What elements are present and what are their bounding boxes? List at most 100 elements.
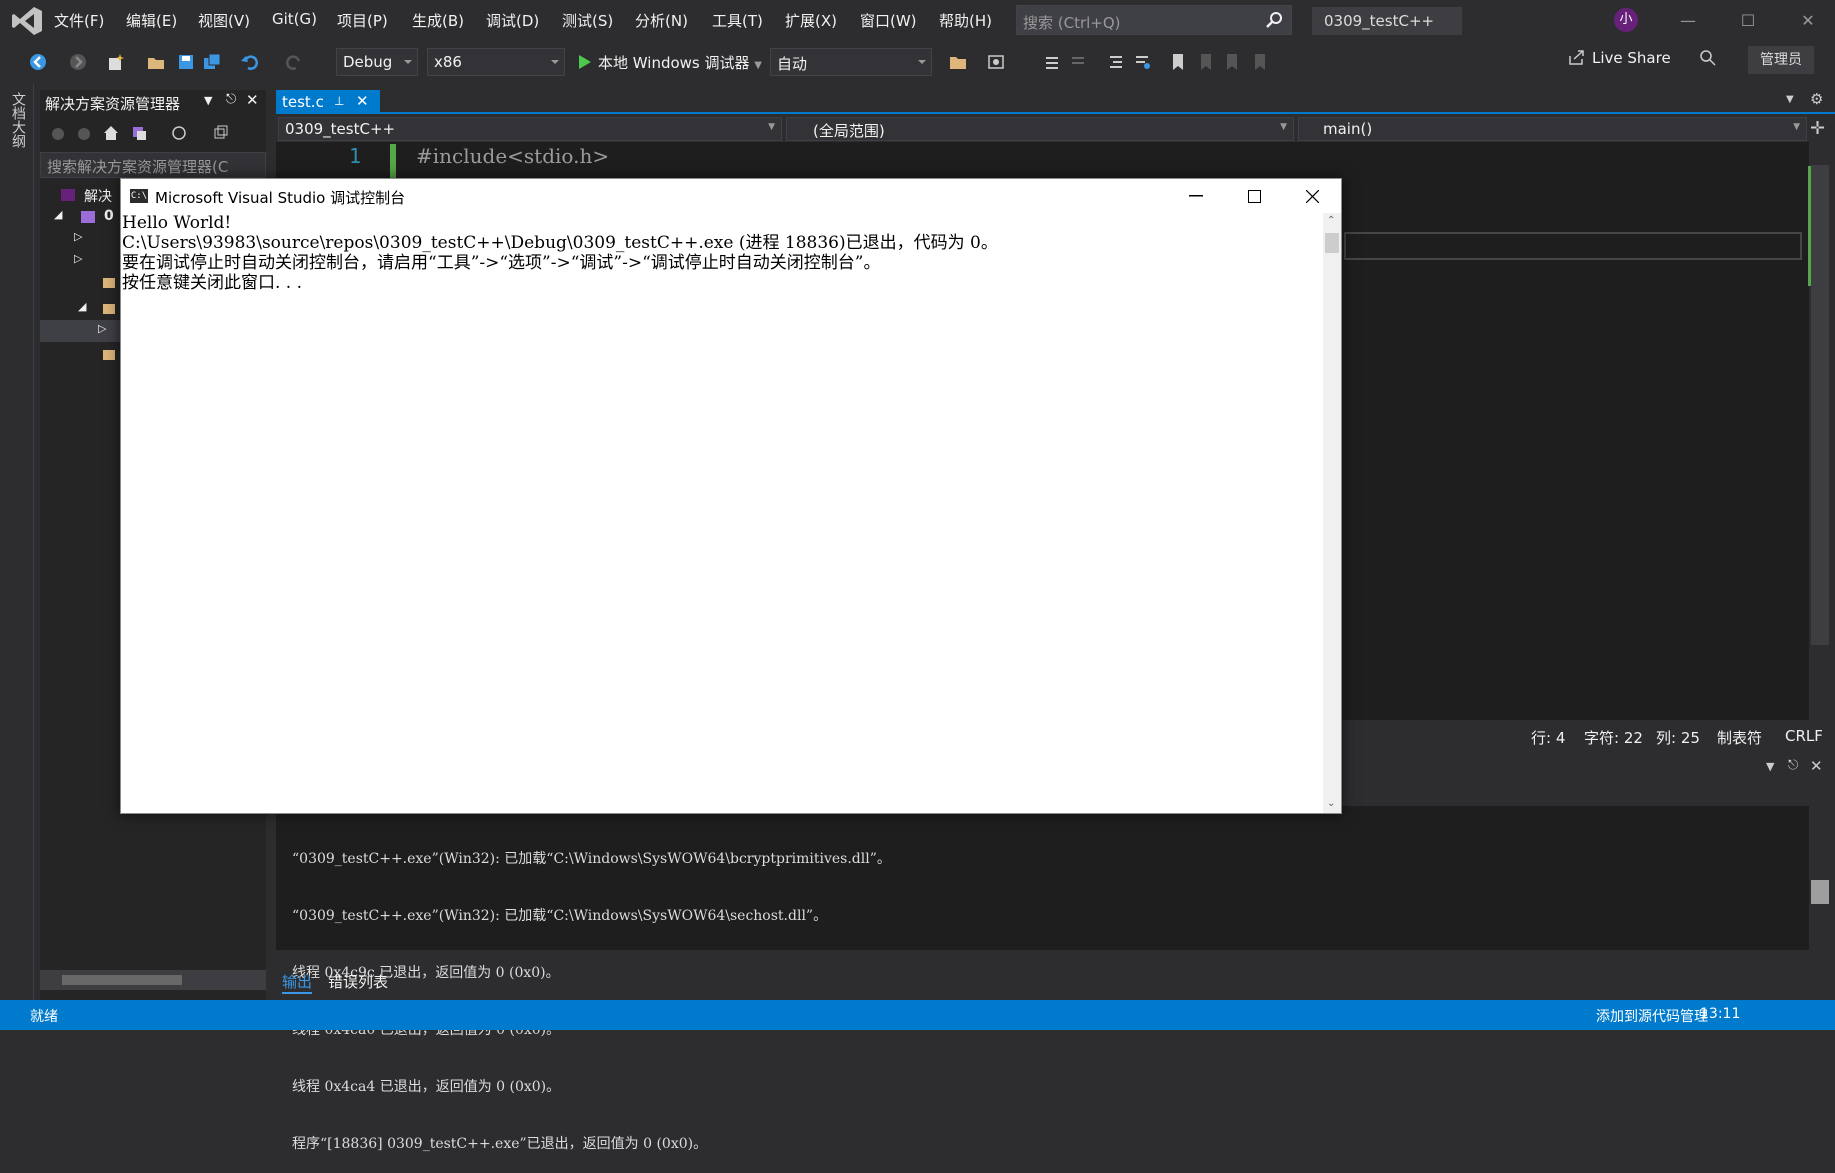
switch-views-icon[interactable] [130, 124, 148, 142]
console-scroll-thumb[interactable] [1325, 233, 1339, 253]
open-folder-icon[interactable] [146, 52, 166, 72]
close-window-button[interactable]: ✕ [1788, 6, 1828, 36]
console-maximize-button[interactable] [1225, 179, 1283, 213]
panel-menu-icon[interactable]: ▼ [1766, 760, 1774, 773]
uncomment-icon[interactable] [1132, 52, 1152, 72]
minimize-button[interactable]: — [1668, 6, 1708, 36]
nav-scope-select[interactable]: (全局范围) ▼ [786, 117, 1294, 141]
admin-badge[interactable]: 管理员 [1748, 46, 1814, 74]
nav-member-select[interactable]: main() ▼ [1298, 117, 1807, 141]
configuration-select[interactable]: Debug [336, 48, 418, 76]
menu-tools[interactable]: 工具(T) [712, 10, 763, 31]
step-over-icon[interactable] [1068, 52, 1088, 72]
save-all-icon[interactable] [202, 52, 222, 72]
undo-icon[interactable] [240, 52, 260, 72]
step-into-icon[interactable] [1042, 52, 1062, 72]
save-icon[interactable] [176, 52, 196, 72]
comment-icon[interactable] [1106, 52, 1126, 72]
console-title-bar[interactable]: C:\ Microsoft Visual Studio 调试控制台 [121, 179, 1341, 213]
live-share-button[interactable]: Live Share [1568, 48, 1671, 67]
maximize-button[interactable]: ☐ [1728, 6, 1768, 36]
settings-gear-icon[interactable]: ⚙ [1810, 90, 1823, 108]
pin-tab-icon[interactable]: ⊥ [334, 94, 344, 108]
line-indicator[interactable]: 行: 4 [1531, 727, 1565, 748]
editor-vscroll-thumb[interactable] [1811, 165, 1829, 645]
start-debugger-button[interactable]: 本地 Windows 调试器 ▼ [598, 48, 762, 76]
code-line[interactable]: #include<stdio.h> [416, 144, 609, 168]
home-icon[interactable] [102, 124, 120, 142]
collapse-icon[interactable]: ▷ [98, 322, 106, 335]
new-project-icon[interactable] [106, 52, 126, 72]
collapse-all-icon[interactable] [212, 124, 230, 142]
menu-analyze[interactable]: 分析(N) [635, 10, 688, 31]
folder-search-icon[interactable] [948, 52, 968, 72]
col-indicator[interactable]: 列: 25 [1656, 727, 1700, 748]
search-input[interactable]: 搜索 (Ctrl+Q) [1016, 5, 1292, 35]
pin-icon[interactable]: ⎋ [226, 92, 236, 107]
output-hscrollbar[interactable] [276, 950, 1809, 964]
close-tab-icon[interactable]: ✕ [356, 92, 369, 110]
forward-icon[interactable] [68, 52, 88, 72]
solution-label: 解决 [84, 189, 112, 205]
pin-icon[interactable]: ⎋ [1788, 758, 1798, 773]
add-source-control-button[interactable]: 添加到源代码管理 [1596, 1006, 1708, 1026]
forward-icon[interactable] [76, 126, 92, 142]
next-bookmark-icon[interactable] [1222, 52, 1242, 72]
bookmark-icon[interactable] [1168, 52, 1188, 72]
console-output[interactable]: Hello World! C:\Users\93983\source\repos\… [121, 213, 1323, 813]
console-app-icon: C:\ [130, 189, 148, 203]
screenshot-icon[interactable] [986, 52, 1006, 72]
solution-search-input[interactable]: 搜索解决方案资源管理器(C [40, 152, 266, 178]
menu-file[interactable]: 文件(F) [54, 10, 104, 31]
tab-output[interactable]: 输出 [282, 971, 313, 994]
console-close-button[interactable] [1283, 179, 1341, 213]
scroll-down-icon[interactable]: ⌄ [1327, 798, 1335, 809]
folder-icon [103, 304, 115, 314]
feedback-icon[interactable] [1698, 48, 1718, 68]
solution-hscroll-thumb[interactable] [62, 975, 182, 985]
menu-help[interactable]: 帮助(H) [939, 10, 992, 31]
panel-menu-icon[interactable]: ▼ [204, 94, 212, 107]
collapse-icon[interactable]: ▷ [74, 252, 82, 265]
eol-indicator[interactable]: CRLF [1785, 727, 1823, 745]
char-indicator[interactable]: 字符: 22 [1584, 727, 1643, 748]
console-minimize-button[interactable] [1167, 179, 1225, 213]
console-vscrollbar[interactable]: ⌃ ⌄ [1323, 213, 1341, 813]
menu-window[interactable]: 窗口(W) [860, 10, 917, 31]
start-debug-icon[interactable] [575, 52, 595, 72]
avatar[interactable]: 小 [1614, 8, 1638, 32]
pending-changes-icon[interactable] [170, 124, 188, 142]
tab-error-list[interactable]: 错误列表 [328, 971, 388, 992]
expand-icon[interactable]: ◢ [78, 300, 86, 313]
clear-bookmarks-icon[interactable] [1250, 52, 1270, 72]
menu-debug[interactable]: 调试(D) [486, 10, 539, 31]
redo-icon[interactable] [284, 52, 304, 72]
search-icon[interactable] [1265, 10, 1285, 30]
auto-select[interactable]: 自动 [770, 48, 932, 76]
tab-test-c[interactable]: test.c ⊥ ✕ [276, 90, 380, 114]
menu-extensions[interactable]: 扩展(X) [785, 10, 837, 31]
menu-view[interactable]: 视图(V) [198, 10, 250, 31]
tab-list-icon[interactable]: ▼ [1786, 94, 1794, 105]
prev-bookmark-icon[interactable] [1196, 52, 1216, 72]
expand-icon[interactable]: ◢ [54, 208, 62, 221]
menu-git[interactable]: Git(G) [272, 10, 317, 28]
output-vscroll-thumb[interactable] [1811, 880, 1829, 904]
platform-select[interactable]: x86 [427, 48, 565, 76]
scroll-up-icon[interactable]: ⌃ [1327, 215, 1335, 226]
nav-project-select[interactable]: 0309_testC++ ▼ [278, 117, 782, 141]
split-editor-icon[interactable]: ✛ [1810, 118, 1825, 139]
close-panel-icon[interactable]: ✕ [246, 91, 259, 109]
close-panel-icon[interactable]: ✕ [1810, 757, 1823, 775]
collapse-icon[interactable]: ▷ [74, 230, 82, 243]
menu-project[interactable]: 项目(P) [337, 10, 388, 31]
search-placeholder: 搜索 (Ctrl+Q) [1023, 14, 1121, 32]
back-icon[interactable] [28, 52, 48, 72]
menu-build[interactable]: 生成(B) [412, 10, 464, 31]
menu-edit[interactable]: 编辑(E) [126, 10, 177, 31]
menu-test[interactable]: 测试(S) [562, 10, 613, 31]
document-outline-tab[interactable]: 文档大纲 [8, 92, 28, 148]
tabs-indicator[interactable]: 制表符 [1717, 727, 1762, 748]
back-icon[interactable] [50, 126, 66, 142]
debug-console-window[interactable]: C:\ Microsoft Visual Studio 调试控制台 Hello … [120, 178, 1342, 814]
